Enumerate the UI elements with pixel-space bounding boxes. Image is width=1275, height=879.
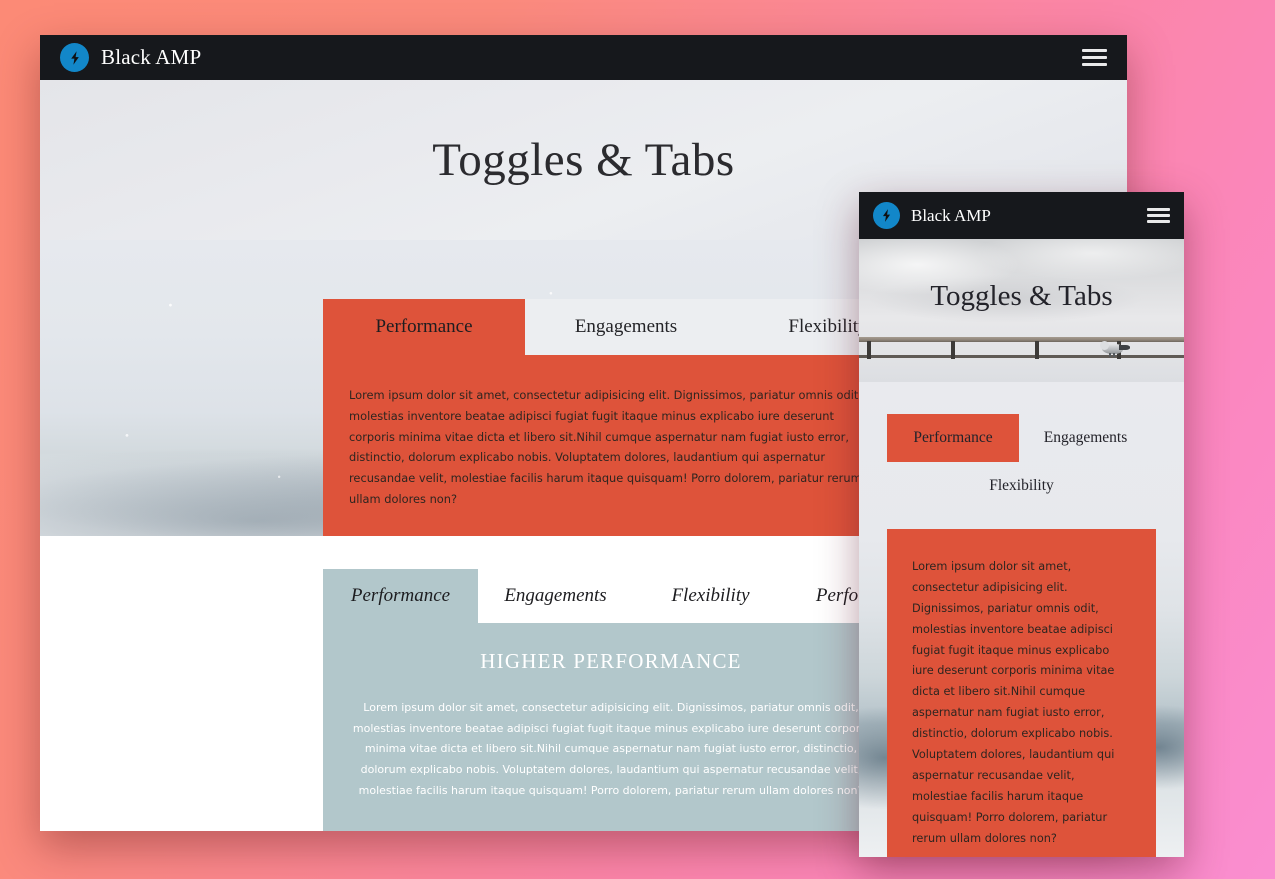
- rail-post: [867, 341, 871, 359]
- rail-top-bar: [859, 337, 1184, 342]
- mobile-preview-window: Black AMP Toggles & Tabs Performance Eng…: [859, 192, 1184, 857]
- seagull-leg: [1109, 353, 1111, 357]
- railing-graphic: [859, 337, 1184, 365]
- hamburger-bar: [1147, 214, 1170, 217]
- tabs-two-panel: HIGHER PERFORMANCE Lorem ipsum dolor sit…: [323, 623, 899, 831]
- rail-post: [1035, 341, 1039, 359]
- seagull-head: [1100, 341, 1109, 350]
- mobile-tabs-panel: Lorem ipsum dolor sit amet, consectetur …: [887, 529, 1156, 857]
- tab-flexibility-italic[interactable]: Flexibility: [633, 569, 788, 623]
- rail-lower-bar: [859, 355, 1184, 358]
- seagull-tail: [1119, 345, 1130, 350]
- tab-performance[interactable]: Performance: [323, 299, 525, 355]
- mobile-hero-section: Toggles & Tabs: [859, 239, 1184, 382]
- mobile-tabs-container: Performance Engagements Flexibility: [859, 382, 1184, 510]
- seagull-icon: [1100, 341, 1130, 357]
- tabs-one-body-text: Lorem ipsum dolor sit amet, consectetur …: [349, 388, 862, 506]
- amp-bolt-icon[interactable]: [60, 43, 89, 72]
- hamburger-bar: [1147, 208, 1170, 211]
- page-title: Toggles & Tabs: [432, 134, 735, 186]
- desktop-navbar: Black AMP: [40, 35, 1127, 80]
- tabs-two-heading: HIGHER PERFORMANCE: [480, 649, 742, 673]
- tab-engagements-italic[interactable]: Engagements: [478, 569, 633, 623]
- tab-engagements[interactable]: Engagements: [1019, 414, 1152, 462]
- tabs-two-body-text: Lorem ipsum dolor sit amet, consectetur …: [352, 701, 870, 797]
- mobile-navbar: Black AMP: [859, 192, 1184, 239]
- tab-performance[interactable]: Performance: [887, 414, 1019, 462]
- mobile-tabs-body-text: Lorem ipsum dolor sit amet, consectetur …: [912, 560, 1115, 845]
- tabs-one-panel: Lorem ipsum dolor sit amet, consectetur …: [323, 355, 899, 536]
- mobile-tabrow-primary: Performance Engagements: [887, 414, 1156, 462]
- tab-performance-italic[interactable]: Performance: [323, 569, 478, 623]
- hamburger-menu-icon[interactable]: [1082, 49, 1107, 66]
- rail-post: [951, 341, 955, 359]
- hamburger-bar: [1082, 49, 1107, 52]
- brand-name[interactable]: Black AMP: [911, 206, 991, 226]
- page-title: Toggles & Tabs: [930, 280, 1113, 312]
- mobile-tabrow-secondary: Flexibility: [887, 462, 1156, 510]
- mobile-body-section: Performance Engagements Flexibility Lore…: [859, 382, 1184, 857]
- hamburger-menu-icon[interactable]: [1147, 208, 1170, 223]
- tab-flexibility[interactable]: Flexibility: [887, 462, 1156, 510]
- hamburger-bar: [1082, 56, 1107, 59]
- amp-bolt-icon[interactable]: [873, 202, 900, 229]
- brand-name[interactable]: Black AMP: [101, 45, 201, 70]
- tab-engagements[interactable]: Engagements: [525, 299, 727, 355]
- seagull-leg: [1113, 353, 1115, 357]
- hamburger-bar: [1147, 220, 1170, 223]
- hamburger-bar: [1082, 63, 1107, 66]
